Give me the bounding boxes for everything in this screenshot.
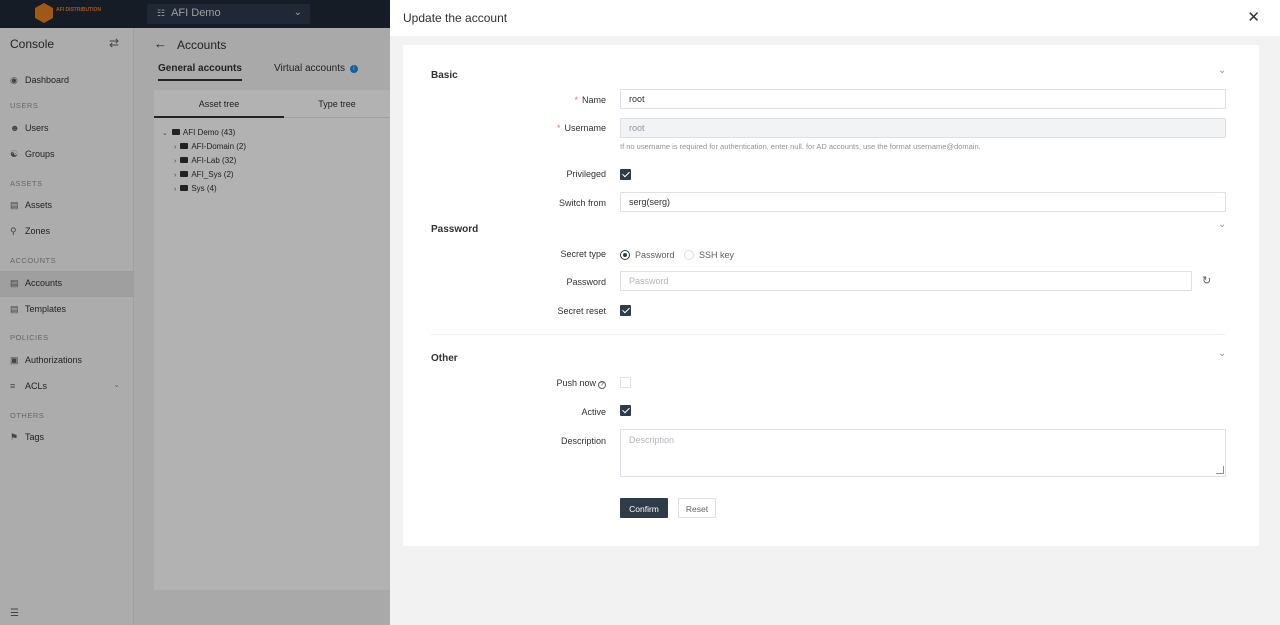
required-marker: * <box>574 95 578 105</box>
push-now-label: Push now? <box>403 378 606 389</box>
reset-button[interactable]: Reset <box>678 498 716 518</box>
privileged-label: Privileged <box>566 169 606 179</box>
drawer-title: Update the account <box>403 11 508 25</box>
description-label: Description <box>560 436 606 446</box>
secret-type-password-radio[interactable] <box>620 250 630 260</box>
secret-reset-label: Secret reset <box>557 306 606 316</box>
section-password-title: Password <box>431 224 479 235</box>
push-now-label-text: Push now <box>556 378 596 388</box>
privileged-checkbox[interactable] <box>620 169 631 180</box>
active-checkbox[interactable] <box>620 405 631 416</box>
username-hint: If no username is required for authentic… <box>620 142 981 151</box>
switch-from-input[interactable] <box>620 192 1226 212</box>
secret-reset-checkbox[interactable] <box>620 305 631 316</box>
description-textarea[interactable] <box>620 429 1226 477</box>
close-icon[interactable]: ✕ <box>1247 8 1260 26</box>
username-label: * Username <box>403 123 606 133</box>
section-basic-title: Basic <box>431 70 458 81</box>
collapse-basic-icon[interactable]: ⌄ <box>1218 65 1226 76</box>
collapse-other-icon[interactable]: ⌄ <box>1218 348 1226 359</box>
help-icon[interactable]: ? <box>598 381 606 389</box>
confirm-button[interactable]: Confirm <box>620 498 668 518</box>
section-other-title: Other <box>431 353 458 364</box>
refresh-icon[interactable]: ↻ <box>1202 274 1211 287</box>
username-label-text: Username <box>564 123 606 133</box>
push-now-checkbox[interactable] <box>620 377 631 388</box>
password-label: Password <box>566 277 606 287</box>
switch-from-label: Switch from <box>558 198 606 208</box>
secret-type-password-label[interactable]: Password <box>635 250 675 260</box>
section-divider <box>431 334 1225 335</box>
name-label-text: Name <box>581 95 606 105</box>
secret-type-label: Secret type <box>560 249 606 259</box>
account-form: Basic ⌄ *Name *Username If no username i… <box>403 45 1259 546</box>
collapse-password-icon[interactable]: ⌄ <box>1218 219 1226 230</box>
active-label: Active <box>581 407 606 417</box>
update-account-drawer: Update the account ✕ Basic ⌄ *Name *User… <box>390 0 1280 625</box>
name-label: * Name <box>403 95 606 105</box>
secret-type-ssh-key-label[interactable]: SSH key <box>699 250 734 260</box>
name-input[interactable] <box>620 89 1226 109</box>
secret-type-ssh-key-radio[interactable] <box>684 250 694 260</box>
password-input[interactable] <box>620 271 1192 291</box>
required-marker: * <box>556 123 561 133</box>
drawer-header: Update the account ✕ <box>390 0 1280 36</box>
username-input <box>620 118 1226 138</box>
resize-handle-icon[interactable] <box>1216 466 1224 474</box>
